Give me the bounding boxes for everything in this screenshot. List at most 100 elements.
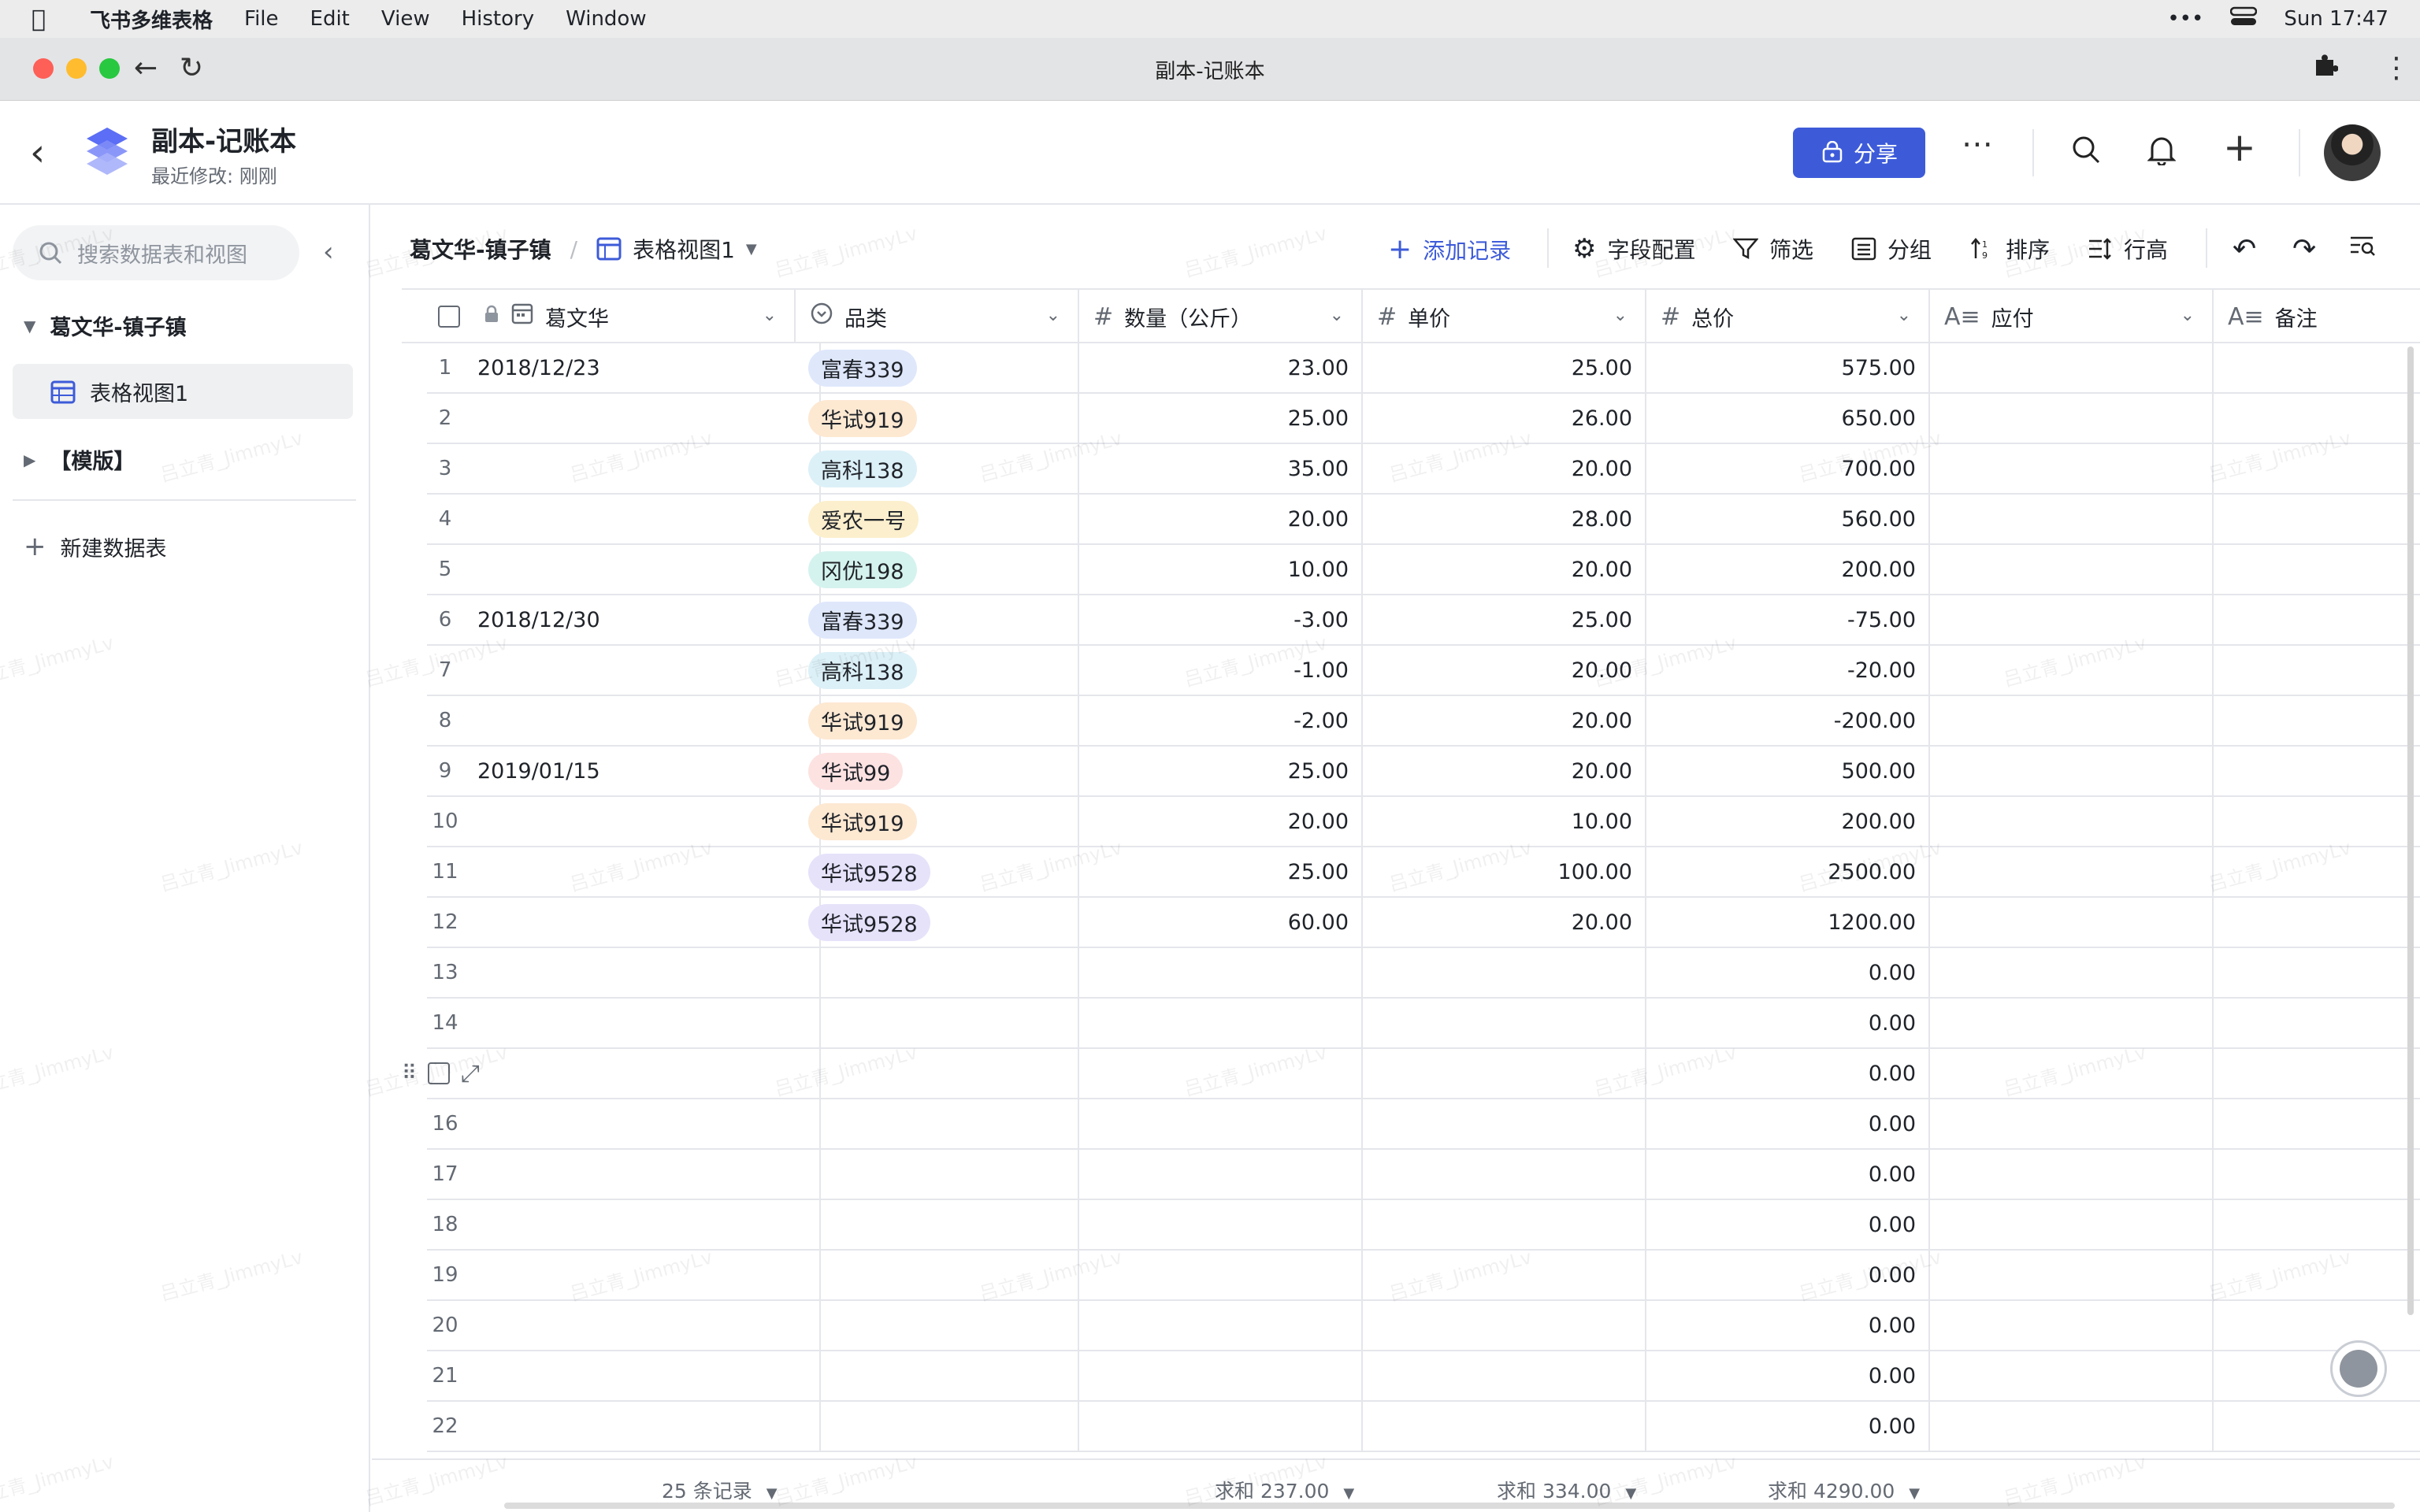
cell-note[interactable]	[2214, 646, 2420, 695]
cell-cat[interactable]	[796, 1049, 1079, 1098]
chevron-down-icon[interactable]: ⌄	[1046, 306, 1060, 325]
table-row[interactable]: ⠿ ⤢ 0.00	[402, 1049, 2420, 1099]
row-height-button[interactable]: 行高	[2088, 233, 2168, 265]
cell-date[interactable]	[463, 797, 821, 846]
cell-qty[interactable]: 20.00	[1079, 495, 1363, 543]
table-row[interactable]: 18 0.00	[427, 1200, 2420, 1251]
cell-total[interactable]: 0.00	[1646, 1049, 1930, 1098]
more-options-icon[interactable]: ⋯	[1962, 126, 1993, 162]
cell-pay[interactable]	[1930, 1251, 2214, 1299]
cell-price[interactable]	[1363, 999, 1646, 1047]
cell-cat[interactable]: 富春339	[796, 595, 1079, 644]
table-row[interactable]: 6 2018/12/30 富春339 -3.00 25.00 -75.00	[427, 595, 2420, 646]
table-row[interactable]: 4 爱农一号 20.00 28.00 560.00	[427, 495, 2420, 545]
cell-date[interactable]	[463, 1150, 821, 1199]
chevron-down-icon[interactable]: ⌄	[763, 306, 777, 325]
record-count[interactable]: 25 条记录 ▼	[662, 1476, 778, 1504]
cell-total[interactable]: -20.00	[1646, 646, 1930, 695]
cell-total[interactable]: 700.00	[1646, 444, 1930, 493]
cell-price[interactable]: 26.00	[1363, 394, 1646, 443]
cell-cat[interactable]: 华试919	[796, 394, 1079, 443]
cell-total[interactable]: 0.00	[1646, 1301, 1930, 1350]
cell-price[interactable]: 20.00	[1363, 898, 1646, 947]
cell-date[interactable]	[463, 696, 821, 745]
cell-pay[interactable]	[1930, 1099, 2214, 1148]
cell-price[interactable]	[1363, 1402, 1646, 1451]
cell-date[interactable]	[463, 898, 821, 947]
breadcrumb-table[interactable]: 葛文华-镇子镇	[410, 233, 551, 265]
chevron-down-icon[interactable]: ⌄	[1330, 306, 1344, 325]
sum-unit-price[interactable]: 求和 334.00 ▼	[1497, 1476, 1636, 1504]
menu-file[interactable]: File	[244, 7, 279, 31]
table-row[interactable]: 21 0.00	[427, 1351, 2420, 1402]
cell-total[interactable]: -200.00	[1646, 696, 1930, 745]
cell-total[interactable]: 575.00	[1646, 343, 1930, 392]
cell-total[interactable]: 560.00	[1646, 495, 1930, 543]
column-header-notes[interactable]: A≡ 备注	[2214, 290, 2420, 343]
collapse-sidebar-icon[interactable]: ‹	[323, 236, 334, 268]
cell-pay[interactable]	[1930, 1351, 2214, 1400]
row-checkbox[interactable]	[428, 1062, 451, 1084]
column-header-total[interactable]: # 总价 ⌄	[1646, 290, 1930, 343]
sidebar-template-item[interactable]: ▶ 【模版】	[24, 444, 135, 475]
cell-cat[interactable]	[796, 948, 1079, 997]
search-icon[interactable]	[2070, 134, 2102, 173]
cell-price[interactable]	[1363, 1099, 1646, 1148]
cell-note[interactable]	[2214, 1251, 2420, 1299]
cell-note[interactable]	[2214, 1200, 2420, 1249]
document-title[interactable]: 副本-记账本	[151, 120, 296, 158]
cell-price[interactable]	[1363, 1301, 1646, 1350]
column-header-category[interactable]: 品类 ⌄	[796, 290, 1079, 343]
cell-qty[interactable]: 25.00	[1079, 394, 1363, 443]
cell-qty[interactable]: 35.00	[1079, 444, 1363, 493]
cell-total[interactable]: 200.00	[1646, 797, 1930, 846]
field-config-button[interactable]: ⚙ 字段配置	[1572, 233, 1696, 265]
redo-icon[interactable]: ↷	[2292, 233, 2316, 265]
cell-qty[interactable]	[1079, 1099, 1363, 1148]
cell-total[interactable]: 0.00	[1646, 1251, 1930, 1299]
cell-note[interactable]	[2214, 797, 2420, 846]
drag-handle-icon[interactable]: ⠿	[402, 1062, 417, 1085]
back-chevron-icon[interactable]: ‹	[30, 131, 45, 175]
sidebar-view-item[interactable]: 表格视图1	[50, 376, 188, 407]
cell-pay[interactable]	[1930, 444, 2214, 493]
cell-note[interactable]	[2214, 1150, 2420, 1199]
sort-button[interactable]: 19 排序	[1969, 233, 2050, 265]
menubar-more-icon[interactable]: •••	[2167, 7, 2203, 31]
cell-cat[interactable]: 华试9528	[796, 847, 1079, 896]
breadcrumb-view[interactable]: 表格视图1	[633, 233, 735, 265]
sum-total[interactable]: 求和 4290.00 ▼	[1768, 1476, 1920, 1504]
avatar[interactable]	[2324, 124, 2381, 181]
table-row[interactable]: 5 冈优198 10.00 20.00 200.00	[427, 545, 2420, 595]
cell-total[interactable]: 0.00	[1646, 1351, 1930, 1400]
add-record-button[interactable]: + 添加记录	[1388, 233, 1511, 265]
cell-qty[interactable]	[1079, 948, 1363, 997]
table-row[interactable]: 19 0.00	[427, 1251, 2420, 1301]
share-button[interactable]: 分享	[1793, 128, 1925, 178]
find-records-icon[interactable]	[2349, 233, 2376, 257]
cell-qty[interactable]: 23.00	[1079, 343, 1363, 392]
cell-total[interactable]: 0.00	[1646, 999, 1930, 1047]
menu-history[interactable]: History	[462, 7, 535, 31]
cell-pay[interactable]	[1930, 595, 2214, 644]
table-row[interactable]: 22 0.00	[427, 1402, 2420, 1452]
cell-note[interactable]	[2214, 1351, 2420, 1400]
menu-app-name[interactable]: 飞书多维表格	[90, 5, 213, 34]
cell-date[interactable]: 2019/01/15	[463, 747, 821, 795]
cell-qty[interactable]: 10.00	[1079, 545, 1363, 594]
help-chat-icon[interactable]	[2330, 1340, 2387, 1397]
cell-pay[interactable]	[1930, 1301, 2214, 1350]
table-row[interactable]: 17 0.00	[427, 1150, 2420, 1200]
cell-pay[interactable]	[1930, 847, 2214, 896]
cell-qty[interactable]: -3.00	[1079, 595, 1363, 644]
cell-total[interactable]: 0.00	[1646, 1402, 1930, 1451]
column-header-date[interactable]: 葛文华 ⌄	[402, 290, 796, 343]
cell-price[interactable]	[1363, 1351, 1646, 1400]
cell-pay[interactable]	[1930, 394, 2214, 443]
cell-date[interactable]: 2018/12/30	[463, 595, 821, 644]
cell-qty[interactable]	[1079, 1351, 1363, 1400]
cell-date[interactable]	[463, 1200, 821, 1249]
column-header-quantity[interactable]: # 数量（公斤） ⌄	[1079, 290, 1363, 343]
cell-note[interactable]	[2214, 495, 2420, 543]
cell-qty[interactable]	[1079, 1301, 1363, 1350]
